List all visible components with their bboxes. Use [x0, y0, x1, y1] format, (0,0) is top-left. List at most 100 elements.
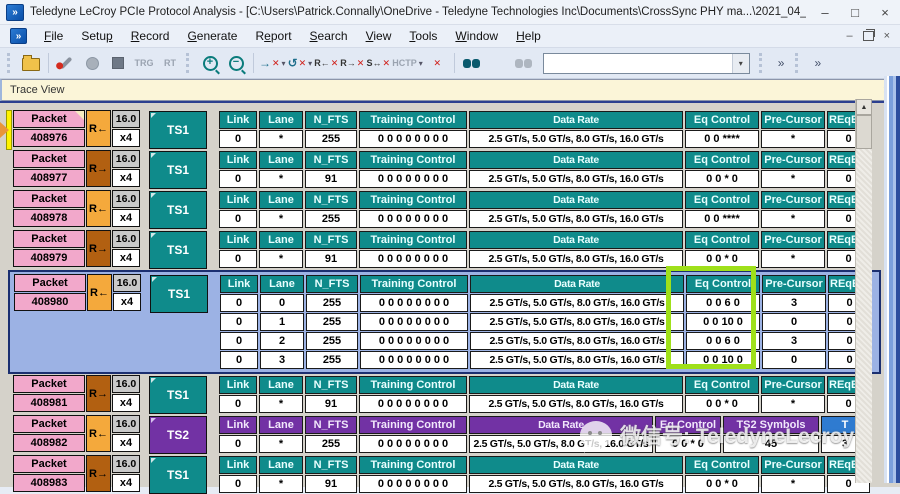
packet-row-408977[interactable]: Packet408977R→16.0x4TS1LinkLaneN_FTSTrai…: [13, 150, 872, 189]
toolbar-overflow-chevron[interactable]: »: [814, 56, 821, 70]
cell: 0 0 ****: [685, 130, 759, 148]
packet-label: Packet: [13, 455, 85, 473]
cell: 0 0 6 0: [686, 332, 760, 350]
cell: 255: [306, 313, 358, 331]
cell: 91: [305, 250, 357, 268]
column-header: TS2 Symbols: [723, 416, 819, 434]
menu-item-search[interactable]: Search: [301, 27, 357, 45]
mdi-close-button[interactable]: ×: [884, 30, 890, 42]
cell: *: [761, 250, 825, 268]
column-header: Data Rate: [469, 191, 683, 209]
cell: 0: [219, 475, 257, 493]
scroll-up-button[interactable]: ▲: [856, 99, 872, 115]
packet-row-408979[interactable]: Packet408979R→16.0x4TS1LinkLaneN_FTSTrai…: [13, 230, 872, 269]
column-header: Training Control: [359, 111, 467, 129]
packet-number: 408977: [13, 169, 85, 187]
header-row: LinkLaneN_FTSTraining ControlData RateEq…: [219, 191, 870, 209]
jump-to-trigger-button[interactable]: →✕▾: [259, 51, 286, 75]
column-header: N_FTS: [305, 111, 357, 129]
direction-cell: R←: [86, 190, 111, 227]
maximize-button[interactable]: □: [840, 1, 870, 24]
mdi-minimize-button[interactable]: –: [846, 30, 852, 42]
jump-symbol-button[interactable]: S↔✕: [366, 51, 390, 75]
packet-row-408983[interactable]: Packet408983R→16.0x4TS1LinkLaneN_FTSTrai…: [13, 455, 872, 494]
cell: 0 0 * 0: [685, 475, 759, 493]
packet-row-408976[interactable]: Packet408976R←16.0x4TS1LinkLaneN_FTSTrai…: [13, 110, 872, 149]
cell: *: [259, 435, 303, 453]
packet-row-408982[interactable]: Packet408982R←16.0x4TS2LinkLaneN_FTSTrai…: [13, 415, 871, 454]
speed-cell: 16.0: [113, 274, 141, 292]
column-header: N_FTS: [305, 191, 357, 209]
menu-item-record[interactable]: Record: [122, 27, 179, 45]
menu-item-window[interactable]: Window: [446, 27, 507, 45]
cell: *: [259, 395, 303, 413]
open-file-button[interactable]: [19, 51, 43, 75]
packet-label: Packet: [13, 230, 85, 248]
cell: 0 0 0 0 0 0 0 0: [359, 250, 467, 268]
header-row: LinkLaneN_FTSTraining ControlData RateEq…: [219, 456, 870, 474]
packet-row-408978[interactable]: Packet408978R←16.0x4TS1LinkLaneN_FTSTrai…: [13, 190, 872, 229]
packet-row-408981[interactable]: Packet408981R→16.0x4TS1LinkLaneN_FTSTrai…: [13, 375, 872, 414]
zoom-in-button[interactable]: +: [198, 51, 222, 75]
ordered-set-type: TS1: [149, 191, 207, 229]
combobox-dropdown-button[interactable]: ▾: [732, 54, 749, 73]
realtime-stats-button: RT: [158, 51, 182, 75]
packet-row-408980[interactable]: Packet408980R←16.0x4TS1LinkLaneN_FTSTrai…: [8, 270, 881, 374]
goto-button[interactable]: [486, 51, 510, 75]
direction-cell: R←: [86, 110, 111, 147]
mdi-restore-button[interactable]: [863, 31, 874, 41]
column-header: Eq Control: [685, 456, 759, 474]
jump-upstream-button[interactable]: R←✕: [314, 51, 338, 75]
minimize-button[interactable]: –: [810, 1, 840, 24]
packet-label: Packet: [13, 110, 85, 128]
menu-item-generate[interactable]: Generate: [178, 27, 246, 45]
lens: [515, 59, 523, 68]
stop-icon: [112, 57, 124, 69]
column-header: N_FTS: [305, 456, 357, 474]
packet-label: Packet: [13, 190, 85, 208]
cell: 2.5 GT/s, 5.0 GT/s, 8.0 GT/s, 16.0 GT/s: [469, 250, 683, 268]
menu-item-report[interactable]: Report: [246, 27, 300, 45]
column-header: Link: [219, 151, 257, 169]
menu-item-setup[interactable]: Setup: [72, 27, 121, 45]
jump-downstream-button[interactable]: R→✕: [340, 51, 364, 75]
cell: 0 0 * 0: [685, 250, 759, 268]
wrench-icon: [60, 57, 73, 70]
cell: 255: [305, 435, 357, 453]
menu-item-tools[interactable]: Tools: [400, 27, 446, 45]
packet-label: Packet: [14, 274, 86, 292]
menu-item-file[interactable]: File: [35, 27, 72, 45]
scrollbar-thumb[interactable]: [856, 115, 872, 149]
toolbar-grip: [186, 53, 194, 73]
search-input[interactable]: [544, 54, 732, 73]
toolbar-overflow-chevron[interactable]: »: [778, 56, 785, 70]
record-settings-button[interactable]: [54, 51, 78, 75]
cell: 91: [305, 475, 357, 493]
cell: 0 0 0 0 0 0 0 0: [360, 351, 468, 369]
dropdown-arrow-icon: ▾: [419, 59, 423, 68]
red-x-icon: ✕: [331, 58, 339, 69]
menu-item-view[interactable]: View: [357, 27, 401, 45]
window-title: Teledyne LeCroy PCIe Protocol Analysis -…: [30, 6, 806, 18]
packet-id-cells: Packet408982R←16.0x4: [13, 415, 140, 452]
toolbar-grip: [7, 53, 15, 73]
menu-bar: » FileSetupRecordGenerateReportSearchVie…: [0, 25, 900, 48]
vertical-scrollbar[interactable]: ▲: [855, 99, 872, 483]
menu-item-help[interactable]: Help: [507, 27, 550, 45]
column-header: Data Rate: [469, 456, 683, 474]
column-header: Training Control: [359, 231, 467, 249]
close-button[interactable]: ×: [870, 1, 900, 24]
speed-cell: 16.0: [112, 190, 140, 208]
clear-jump-button[interactable]: ✕: [425, 51, 449, 75]
cell: 2.5 GT/s, 5.0 GT/s, 8.0 GT/s, 16.0 GT/s: [469, 395, 683, 413]
cell: 0: [220, 332, 258, 350]
column-header: Eq Control: [686, 275, 760, 293]
search-combobox[interactable]: ▾: [543, 53, 750, 74]
zoom-out-button[interactable]: −: [224, 51, 248, 75]
find-button[interactable]: [460, 51, 484, 75]
trace-view-titlebar: Trace View ×: [0, 79, 900, 101]
jump-loop-button[interactable]: ↺✕▾: [288, 51, 313, 75]
cell: 3: [762, 332, 826, 350]
data-row: 0*910 0 0 0 0 0 0 02.5 GT/s, 5.0 GT/s, 8…: [219, 250, 870, 268]
header-row: LinkLaneN_FTSTraining ControlData RateEq…: [219, 376, 870, 394]
